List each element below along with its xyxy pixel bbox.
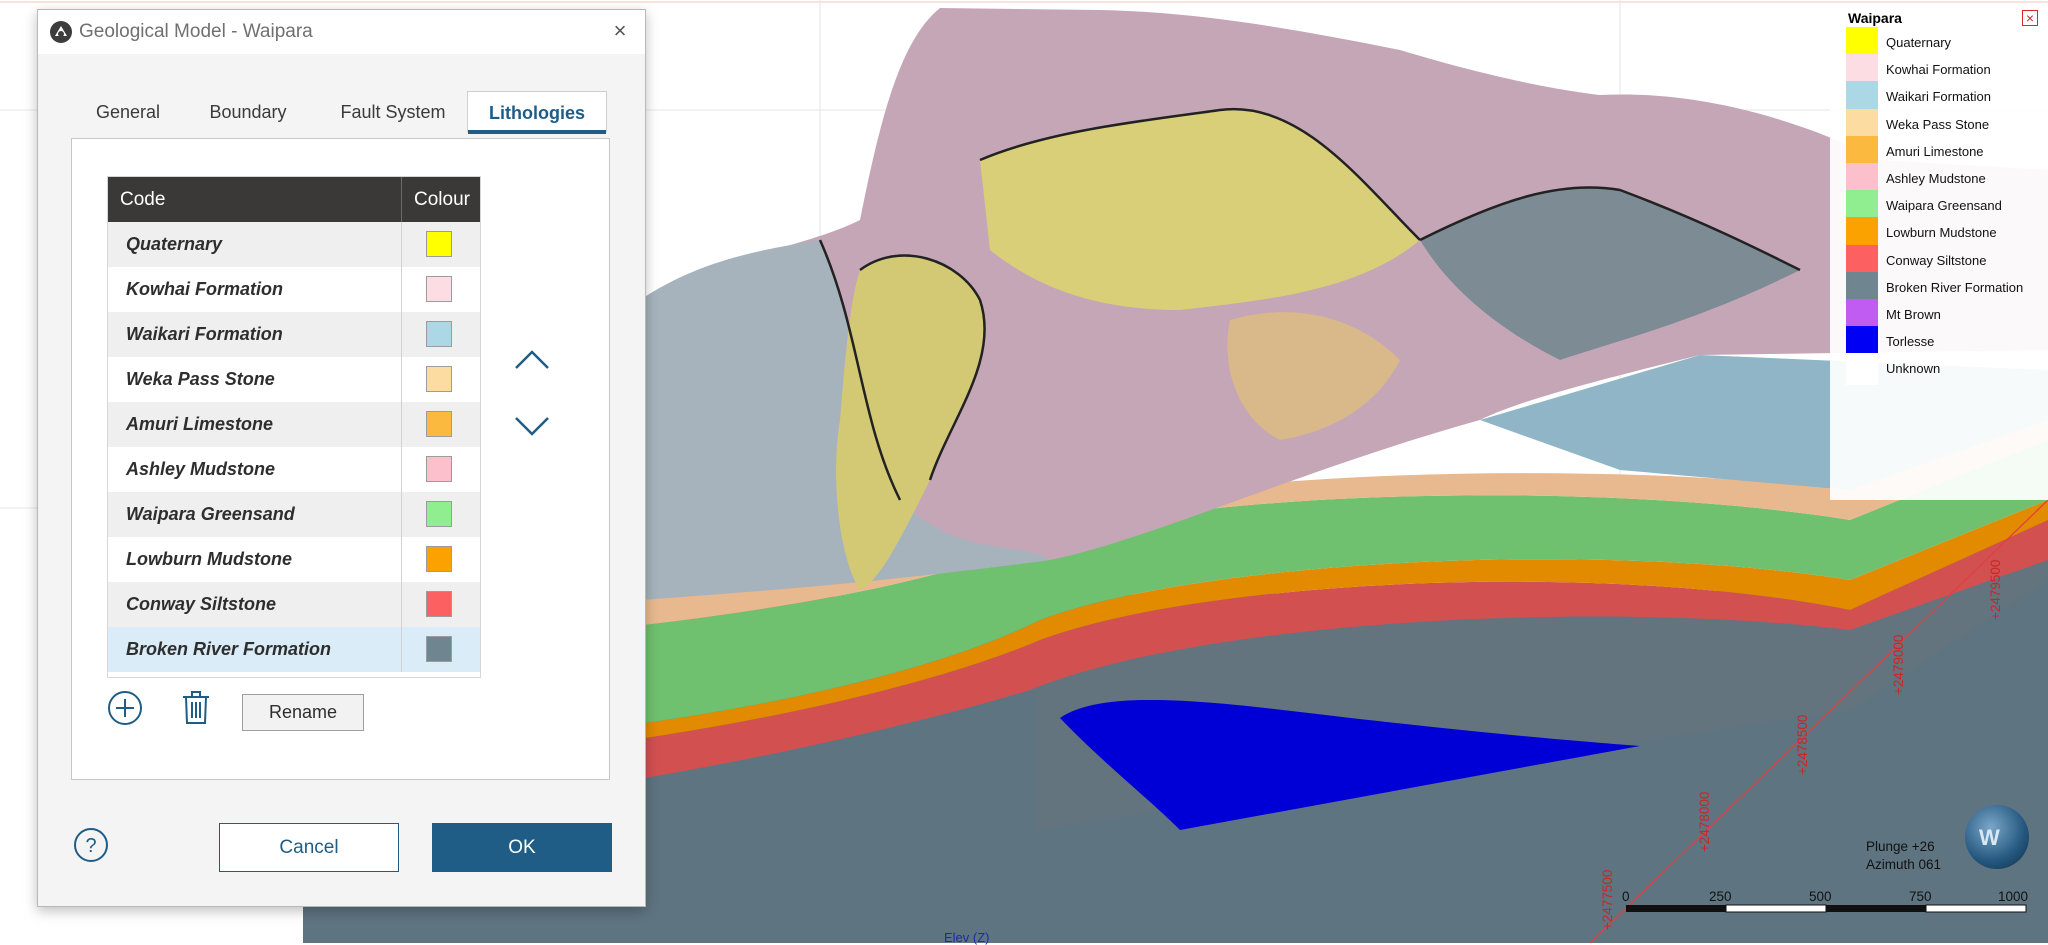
- lithology-code: Kowhai Formation: [126, 279, 283, 299]
- table-row[interactable]: Ashley Mudstone: [108, 447, 480, 492]
- scale-bar: [1626, 904, 2027, 913]
- trash-icon: [183, 691, 209, 724]
- lithology-code: Amuri Limestone: [126, 414, 274, 434]
- colour-swatch[interactable]: [426, 546, 452, 572]
- coord-label-1: +2477500: [1600, 869, 1615, 930]
- lithologies-panel: Code Colour Quaternary Kowhai Formation Wa…: [71, 138, 610, 780]
- lithology-code: Ashley Mudstone: [126, 459, 276, 479]
- column-divider: [401, 222, 402, 267]
- colour-swatch[interactable]: [426, 636, 452, 662]
- tab-lithologies-label: Lithologies: [489, 103, 585, 123]
- column-divider: [401, 357, 402, 402]
- colour-swatch[interactable]: [426, 501, 452, 527]
- move-up-button[interactable]: [512, 344, 552, 374]
- svg-text:?: ?: [85, 835, 96, 857]
- column-divider: [401, 627, 402, 672]
- dialog-titlebar: Geological Model - Waipara ×: [38, 10, 645, 54]
- column-header-colour[interactable]: Colour: [401, 177, 479, 222]
- azimuth-readout: Azimuth 061: [1866, 857, 1942, 872]
- plus-circle-icon: [108, 691, 142, 725]
- ok-button[interactable]: OK: [432, 823, 612, 872]
- help-icon: ?: [74, 828, 108, 862]
- table-row[interactable]: Weka Pass Stone: [108, 357, 480, 402]
- column-divider: [401, 537, 402, 582]
- legend-close-icon[interactable]: ×: [2022, 10, 2038, 26]
- legend-item: Unknown: [1846, 353, 2046, 386]
- view-orientation: Plunge +26 Azimuth 061: [1866, 838, 1941, 874]
- coord-label-4: +2479000: [1891, 634, 1906, 695]
- table-row[interactable]: Lowburn Mudstone: [108, 537, 480, 582]
- coord-label-2: +2478000: [1697, 791, 1712, 852]
- legend-label: Unknown: [1886, 361, 1941, 377]
- dialog-title: Geological Model - Waipara: [79, 21, 313, 42]
- chevron-up-icon: [515, 350, 549, 369]
- colour-swatch[interactable]: [426, 321, 452, 347]
- scale-label-500: 500: [1809, 889, 1832, 904]
- globe-label: W: [1979, 825, 2000, 850]
- lithology-code: Waikari Formation: [126, 324, 283, 344]
- table-row[interactable]: Waipara Greensand: [108, 492, 480, 537]
- cancel-button[interactable]: Cancel: [219, 823, 399, 872]
- column-divider: [401, 492, 402, 537]
- tab-lithologies[interactable]: Lithologies: [467, 91, 607, 134]
- scale-label-0: 0: [1622, 889, 1630, 904]
- add-lithology-button[interactable]: [107, 690, 143, 726]
- tab-boundary-label: Boundary: [209, 102, 287, 122]
- geological-model-dialog: Geological Model - Waipara × General Bou…: [37, 9, 646, 907]
- column-header-code[interactable]: Code: [120, 177, 165, 222]
- delete-lithology-button[interactable]: [180, 690, 212, 726]
- column-divider: [401, 267, 402, 312]
- colour-swatch[interactable]: [426, 231, 452, 257]
- tab-general-label: General: [95, 102, 161, 122]
- table-row[interactable]: Kowhai Formation: [108, 267, 480, 312]
- lithology-table: Code Colour Quaternary Kowhai Formation Wa…: [107, 176, 481, 678]
- tab-bar: General Boundary Fault System Lithologie…: [38, 91, 645, 134]
- table-rows: Quaternary Kowhai Formation Waikari Format…: [108, 222, 480, 672]
- lithology-code: Broken River Formation: [126, 639, 332, 659]
- close-icon[interactable]: ×: [609, 20, 631, 42]
- table-header: Code Colour: [108, 177, 480, 222]
- chevron-down-icon: [515, 417, 549, 436]
- legend-swatch: [1846, 353, 1878, 386]
- tab-fault-system[interactable]: Fault System: [323, 91, 463, 131]
- coord-label-5: +2479500: [1988, 559, 2003, 620]
- rename-button[interactable]: Rename: [242, 694, 364, 731]
- lithology-legend: Waipara × Quaternary Kowhai Formation Waik…: [1830, 6, 2048, 500]
- legend-title: Waipara: [1848, 10, 1902, 26]
- help-button[interactable]: ?: [73, 827, 109, 863]
- plunge-readout: Plunge +26: [1866, 839, 1935, 854]
- table-row[interactable]: Amuri Limestone: [108, 402, 480, 447]
- column-divider: [401, 447, 402, 492]
- tab-general[interactable]: General: [73, 91, 183, 131]
- column-divider: [401, 402, 402, 447]
- colour-swatch[interactable]: [426, 456, 452, 482]
- scale-label-250: 250: [1709, 889, 1732, 904]
- lithology-code: Weka Pass Stone: [126, 369, 275, 389]
- dialog-body: General Boundary Fault System Lithologie…: [38, 54, 645, 906]
- column-divider: [401, 582, 402, 627]
- scale-label-750: 750: [1909, 889, 1932, 904]
- table-row[interactable]: Waikari Formation: [108, 312, 480, 357]
- scale-label-1000: 1000: [1998, 889, 2029, 904]
- app-icon: [50, 21, 72, 43]
- lithology-code: Conway Siltstone: [126, 594, 277, 614]
- lithology-code: Quaternary: [126, 234, 223, 254]
- table-row[interactable]: Conway Siltstone: [108, 582, 480, 627]
- column-divider: [401, 312, 402, 357]
- table-row[interactable]: Broken River Formation: [108, 627, 480, 672]
- orientation-globe-icon[interactable]: W: [1965, 805, 2029, 869]
- tab-fault-system-label: Fault System: [340, 102, 446, 122]
- colour-swatch[interactable]: [426, 591, 452, 617]
- colour-swatch[interactable]: [426, 276, 452, 302]
- colour-swatch[interactable]: [426, 366, 452, 392]
- lithology-code: Lowburn Mudstone: [126, 549, 292, 569]
- colour-swatch[interactable]: [426, 411, 452, 437]
- coord-label-3: +2478500: [1795, 714, 1810, 775]
- move-down-button[interactable]: [512, 412, 552, 442]
- lithology-code: Waipara Greensand: [126, 504, 295, 524]
- table-row[interactable]: Quaternary: [108, 222, 480, 267]
- tab-boundary[interactable]: Boundary: [188, 91, 308, 131]
